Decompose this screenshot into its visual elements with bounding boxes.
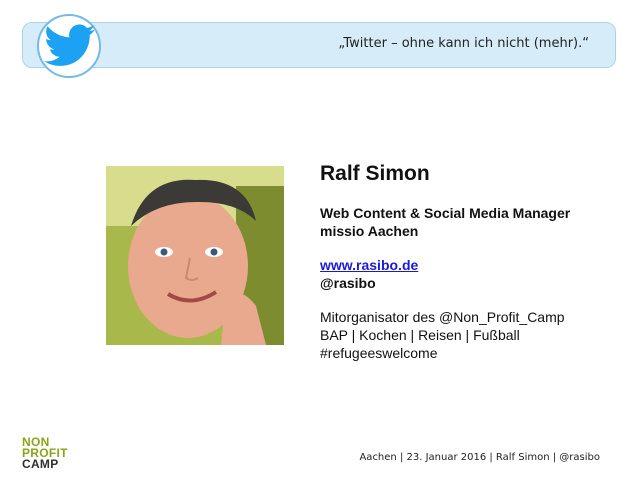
bio-line: BAP | Kochen | Reisen | Fußball <box>320 327 520 343</box>
profile-info: Ralf Simon Web Content & Social Media Ma… <box>320 162 620 362</box>
bio-line: Mitorganisator des @Non_Profit_Camp <box>320 309 565 325</box>
slide-footer: Aachen | 23. Januar 2016 | Ralf Simon | … <box>359 452 600 463</box>
banner-quote: „Twitter – ohne kann ich nicht (mehr).“ <box>338 36 589 51</box>
profile-bio: Mitorganisator des @Non_Profit_Camp BAP … <box>320 308 620 362</box>
profile-name: Ralf Simon <box>320 162 430 185</box>
twitter-bird-icon <box>44 24 96 66</box>
quote-banner: „Twitter – ohne kann ich nicht (mehr).“ <box>22 22 616 68</box>
bio-line: #refugeeswelcome <box>320 345 438 361</box>
profile-organisation: missio Aachen <box>320 223 419 239</box>
profile-role: Web Content & Social Media Manager <box>320 205 571 221</box>
website-link[interactable]: www.rasibo.de <box>320 256 620 274</box>
twitter-handle: @rasibo <box>320 275 376 291</box>
twitter-logo-badge <box>37 14 101 78</box>
profile-photo <box>106 166 284 345</box>
logo-line: CAMP <box>22 457 59 471</box>
nonprofit-camp-logo: NON PROFIT CAMP <box>22 436 82 475</box>
portrait-image <box>106 166 284 345</box>
